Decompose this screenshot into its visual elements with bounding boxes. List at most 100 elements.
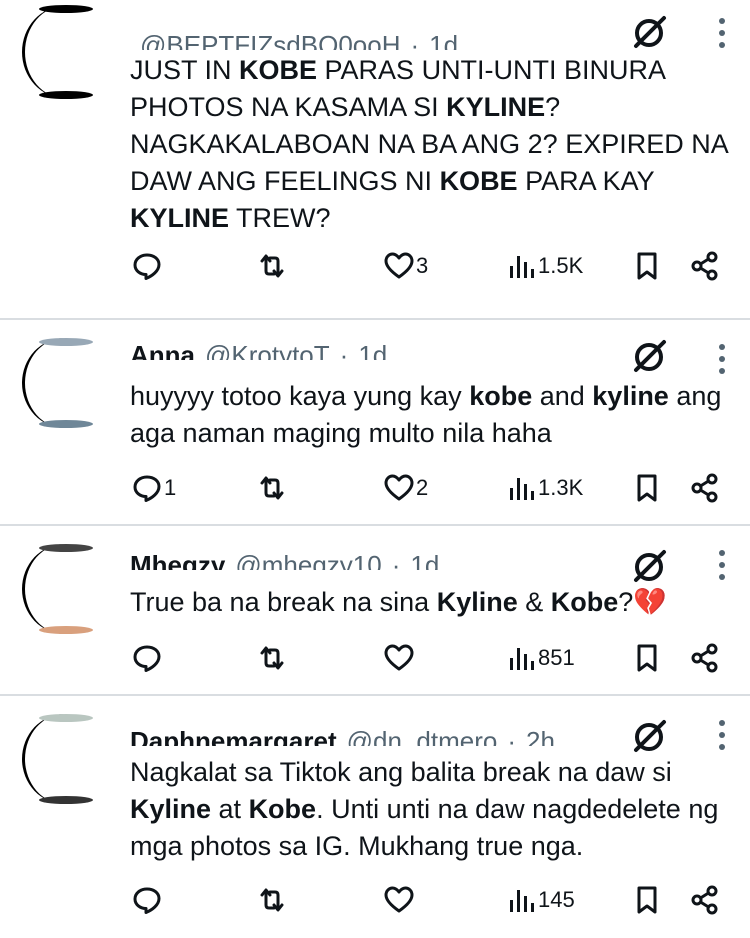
heart-icon [384, 886, 414, 913]
reply-icon [133, 645, 161, 672]
handle[interactable]: @BEPTFIZsdBQ0ooH [140, 30, 400, 50]
grok-icon[interactable] [630, 14, 668, 52]
tweet-1[interactable]: @BEPTFIZsdBQ0ooH · 1d JUST IN KOBE PARAS U… [0, 0, 750, 318]
highlighted-keyword: KYLINE [130, 203, 230, 233]
retweet-button[interactable] [257, 638, 289, 678]
tweet-header: @BEPTFIZsdBQ0ooH · 1d [130, 28, 458, 50]
tweet-text: True ba na break na sina Kyline & Kobe?💔 [130, 584, 735, 621]
tweet-header: Mhegzy @mhegzy10 · 1d [130, 548, 439, 570]
like-button[interactable]: 2 [384, 468, 428, 508]
reply-button[interactable]: 1 [132, 468, 176, 508]
tweet-header: Daphnemargaret @dn_dtmero · 2h [130, 724, 555, 746]
views-button[interactable]: 145 [506, 880, 575, 920]
bookmark-button[interactable] [632, 638, 662, 678]
tweet-text: Nagkalat sa Tiktok ang balita break na d… [130, 754, 735, 865]
highlighted-keyword: kyline [592, 381, 669, 411]
more-icon[interactable] [712, 16, 732, 50]
retweet-button[interactable] [257, 880, 289, 920]
handle[interactable]: @mhegzy10 [235, 550, 381, 570]
tweet-text-segment: PARA KAY [517, 166, 655, 196]
bookmark-icon [637, 886, 657, 914]
tweet-text: JUST IN KOBE PARAS UNTI-UNTI BINURA PHOT… [130, 52, 735, 237]
more-icon[interactable] [712, 342, 732, 376]
tweet-2[interactable]: Anna @KrotytoT · 1d huyyyy totoo kaya yung … [0, 320, 750, 524]
views-icon [510, 890, 534, 912]
bookmark-icon [637, 252, 657, 280]
handle[interactable]: @KrotytoT [205, 340, 330, 360]
display-name[interactable]: Daphnemargaret [130, 726, 337, 746]
retweet-button[interactable] [257, 246, 289, 286]
avatar[interactable] [22, 544, 107, 634]
timestamp[interactable]: 1d [429, 30, 458, 50]
avatar[interactable] [22, 338, 107, 428]
tweet-text-segment: and [532, 381, 593, 411]
display-name[interactable]: Anna [130, 340, 195, 360]
reply-icon [133, 887, 161, 914]
avatar[interactable] [22, 714, 107, 804]
tweet-text: huyyyy totoo kaya yung kay kobe and kyli… [130, 378, 735, 452]
display-name[interactable]: Mhegzy [130, 550, 225, 570]
tweet-text-segment: ?💔 [618, 587, 667, 617]
views-count: 851 [538, 645, 575, 670]
highlighted-keyword: Kyline [436, 587, 518, 617]
retweet-icon [260, 254, 284, 278]
reply-count: 1 [164, 475, 177, 500]
reply-icon [133, 475, 161, 502]
bookmark-button[interactable] [632, 880, 662, 920]
share-button[interactable] [690, 880, 720, 920]
highlighted-keyword: KOBE [439, 166, 518, 196]
avatar[interactable] [22, 5, 107, 99]
reply-button[interactable] [132, 638, 164, 678]
views-button[interactable]: 851 [506, 638, 575, 678]
reply-button[interactable] [132, 246, 164, 286]
heart-icon [384, 644, 414, 671]
retweet-icon [260, 888, 284, 912]
like-button[interactable] [384, 880, 416, 920]
timestamp[interactable]: 2h [526, 726, 555, 746]
timestamp[interactable]: 1d [410, 550, 439, 570]
bookmark-button[interactable] [632, 468, 662, 508]
grok-icon[interactable] [630, 548, 668, 586]
tweet-header: Anna @KrotytoT · 1d [130, 338, 387, 360]
tweet-text-segment: True ba na break na sina [130, 587, 437, 617]
share-icon [691, 251, 718, 281]
reply-icon [133, 253, 161, 280]
views-count: 1.3K [538, 475, 584, 500]
handle[interactable]: @dn_dtmero [347, 726, 498, 746]
views-icon [510, 648, 534, 670]
views-icon [510, 256, 534, 278]
share-button[interactable] [690, 246, 720, 286]
views-icon [510, 478, 534, 500]
views-count: 1.5K [538, 253, 584, 278]
action-bar: 1 2 1.3K [0, 468, 750, 508]
heart-icon [384, 252, 414, 279]
more-icon[interactable] [712, 548, 732, 582]
bookmark-button[interactable] [632, 246, 662, 286]
heart-icon [384, 474, 414, 501]
views-button[interactable]: 1.3K [506, 468, 583, 508]
tweet-text-segment: JUST IN [130, 55, 240, 85]
share-icon [691, 643, 718, 673]
views-button[interactable]: 1.5K [506, 246, 583, 286]
highlighted-keyword: KYLINE [446, 92, 546, 122]
tweet-text-segment: & [517, 587, 551, 617]
tweet-text-segment: TREW? [229, 203, 331, 233]
grok-icon[interactable] [630, 338, 668, 376]
tweet-text-segment: Nagkalat sa Tiktok ang balita break na d… [130, 757, 672, 787]
bookmark-icon [637, 644, 657, 672]
share-button[interactable] [690, 468, 720, 508]
tweet-4[interactable]: Daphnemargaret @dn_dtmero · 2h Nagkalat sa … [0, 696, 750, 938]
action-bar: 851 [0, 638, 750, 678]
retweet-button[interactable] [257, 468, 289, 508]
like-button[interactable]: 3 [384, 246, 428, 286]
like-count: 3 [416, 253, 429, 278]
grok-icon[interactable] [630, 718, 668, 756]
share-button[interactable] [690, 638, 720, 678]
highlighted-keyword: KOBE [239, 55, 318, 85]
like-button[interactable] [384, 638, 416, 678]
reply-button[interactable] [132, 880, 164, 920]
tweet-3[interactable]: Mhegzy @mhegzy10 · 1d True ba na break na s… [0, 526, 750, 694]
timestamp[interactable]: 1d [358, 340, 387, 360]
more-icon[interactable] [712, 718, 732, 752]
share-icon [691, 473, 718, 503]
